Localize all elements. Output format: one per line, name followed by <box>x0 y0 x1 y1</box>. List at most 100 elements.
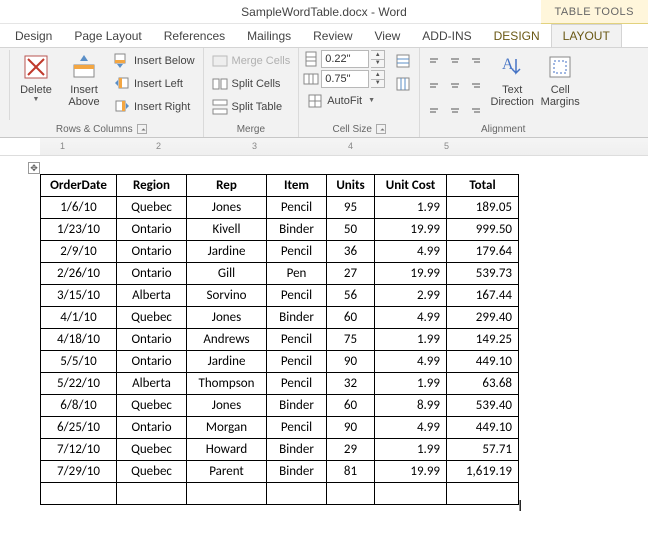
table-cell[interactable]: Binder <box>267 219 327 241</box>
table-cell[interactable]: 5/5/10 <box>41 351 117 373</box>
table-row[interactable]: 7/12/10QuebecHowardBinder291.9957.71 <box>41 439 519 461</box>
align-bl[interactable] <box>426 96 444 117</box>
table-cell[interactable]: 539.40 <box>447 395 519 417</box>
table-cell[interactable]: 7/29/10 <box>41 461 117 483</box>
table-cell[interactable] <box>267 483 327 505</box>
align-bc[interactable] <box>446 96 464 117</box>
table-cell[interactable]: Pencil <box>267 373 327 395</box>
table-cell[interactable]: Jones <box>187 307 267 329</box>
table-cell[interactable]: Sorvino <box>187 285 267 307</box>
col-width-input[interactable]: 0.75" <box>321 70 369 88</box>
table-cell[interactable]: 60 <box>327 307 375 329</box>
column-header[interactable]: Item <box>267 175 327 197</box>
table-row[interactable]: 6/8/10QuebecJonesBinder608.99539.40 <box>41 395 519 417</box>
table-cell[interactable]: Jones <box>187 395 267 417</box>
table-cell[interactable]: Binder <box>267 395 327 417</box>
table-cell[interactable]: 189.05 <box>447 197 519 219</box>
table-cell[interactable]: Ontario <box>117 329 187 351</box>
tab-mailings[interactable]: Mailings <box>236 24 302 47</box>
column-header[interactable]: Unit Cost <box>375 175 447 197</box>
table-cell[interactable]: 75 <box>327 329 375 351</box>
table-cell[interactable] <box>117 483 187 505</box>
split-table-button[interactable]: Split Table <box>208 96 295 117</box>
table-cell[interactable]: 36 <box>327 241 375 263</box>
table-cell[interactable] <box>327 483 375 505</box>
table-cell[interactable]: 4/18/10 <box>41 329 117 351</box>
table-row[interactable]: 2/26/10OntarioGillPen2719.99539.73 <box>41 263 519 285</box>
table-cell[interactable]: 19.99 <box>375 219 447 241</box>
table-cell[interactable]: Pencil <box>267 329 327 351</box>
table-cell[interactable]: Quebec <box>117 461 187 483</box>
tab-design[interactable]: Design <box>4 24 63 47</box>
cell-size-launcher[interactable] <box>376 124 386 134</box>
table-cell[interactable]: Gill <box>187 263 267 285</box>
align-mr[interactable] <box>466 74 484 95</box>
distribute-cols-button[interactable] <box>391 73 415 94</box>
table-row[interactable]: 1/6/10QuebecJonesPencil951.99189.05 <box>41 197 519 219</box>
table-row[interactable]: 5/22/10AlbertaThompsonPencil321.9963.68 <box>41 373 519 395</box>
table-cell[interactable]: Ontario <box>117 241 187 263</box>
data-table[interactable]: OrderDateRegionRepItemUnitsUnit CostTota… <box>40 174 519 505</box>
table-cell[interactable]: 60 <box>327 395 375 417</box>
align-ml[interactable] <box>426 74 444 95</box>
table-cell[interactable]: Binder <box>267 307 327 329</box>
table-cell[interactable] <box>41 483 117 505</box>
table-row[interactable]: 5/5/10OntarioJardinePencil904.99449.10 <box>41 351 519 373</box>
table-row[interactable]: 1/23/10OntarioKivellBinder5019.99999.50 <box>41 219 519 241</box>
tab-references[interactable]: References <box>153 24 236 47</box>
insert-left-button[interactable]: Insert Left <box>110 73 199 94</box>
table-cell[interactable]: 7/12/10 <box>41 439 117 461</box>
table-cell[interactable]: Pencil <box>267 351 327 373</box>
rows-cols-launcher[interactable] <box>137 124 147 134</box>
table-cell[interactable]: 2/9/10 <box>41 241 117 263</box>
table-cell[interactable]: 6/8/10 <box>41 395 117 417</box>
distribute-rows-button[interactable] <box>391 50 415 71</box>
table-cell[interactable]: 90 <box>327 417 375 439</box>
table-cell[interactable]: Morgan <box>187 417 267 439</box>
table-cell[interactable]: 4/1/10 <box>41 307 117 329</box>
table-cell[interactable]: 2/26/10 <box>41 263 117 285</box>
table-cell[interactable]: 2.99 <box>375 285 447 307</box>
table-cell[interactable] <box>187 483 267 505</box>
table-cell[interactable]: 56 <box>327 285 375 307</box>
table-cell[interactable]: Pencil <box>267 241 327 263</box>
table-cell[interactable]: Pen <box>267 263 327 285</box>
table-cell[interactable]: 1/6/10 <box>41 197 117 219</box>
table-cell[interactable]: Quebec <box>117 439 187 461</box>
table-cell[interactable]: 19.99 <box>375 263 447 285</box>
table-cell[interactable]: 90 <box>327 351 375 373</box>
table-cell[interactable]: 19.99 <box>375 461 447 483</box>
table-cell[interactable]: Ontario <box>117 219 187 241</box>
autofit-button[interactable]: AutoFit ▼ <box>303 90 385 111</box>
tab-table-layout[interactable]: LAYOUT <box>551 24 622 47</box>
table-cell[interactable]: Quebec <box>117 197 187 219</box>
insert-right-button[interactable]: Insert Right <box>110 96 199 117</box>
table-cell[interactable] <box>447 483 519 505</box>
table-cell[interactable]: 539.73 <box>447 263 519 285</box>
insert-above-button[interactable]: Insert Above <box>62 50 106 120</box>
table-cell[interactable]: 449.10 <box>447 417 519 439</box>
table-row[interactable]: 7/29/10QuebecParentBinder8119.991,619.19 <box>41 461 519 483</box>
tab-addins[interactable]: ADD-INS <box>411 24 482 47</box>
column-header[interactable]: Total <box>447 175 519 197</box>
table-cell[interactable]: 167.44 <box>447 285 519 307</box>
table-cell[interactable]: 449.10 <box>447 351 519 373</box>
row-height-spinner[interactable]: ▲▼ <box>371 50 385 68</box>
tab-view[interactable]: View <box>364 24 412 47</box>
table-cell[interactable]: Pencil <box>267 197 327 219</box>
table-cell[interactable]: 1/23/10 <box>41 219 117 241</box>
table-row[interactable]: 3/15/10AlbertaSorvinoPencil562.99167.44 <box>41 285 519 307</box>
table-cell[interactable]: Parent <box>187 461 267 483</box>
table-cell[interactable]: 32 <box>327 373 375 395</box>
column-header[interactable]: Region <box>117 175 187 197</box>
table-cell[interactable]: 6/25/10 <box>41 417 117 439</box>
align-tl[interactable] <box>426 52 444 73</box>
horizontal-ruler[interactable]: 12345 <box>0 138 648 156</box>
table-row[interactable]: 6/25/10OntarioMorganPencil904.99449.10 <box>41 417 519 439</box>
table-cell[interactable]: 999.50 <box>447 219 519 241</box>
table-cell[interactable]: 179.64 <box>447 241 519 263</box>
table-cell[interactable]: Ontario <box>117 263 187 285</box>
table-cell[interactable]: 1,619.19 <box>447 461 519 483</box>
table-cell[interactable]: 1.99 <box>375 373 447 395</box>
table-cell[interactable]: Alberta <box>117 373 187 395</box>
